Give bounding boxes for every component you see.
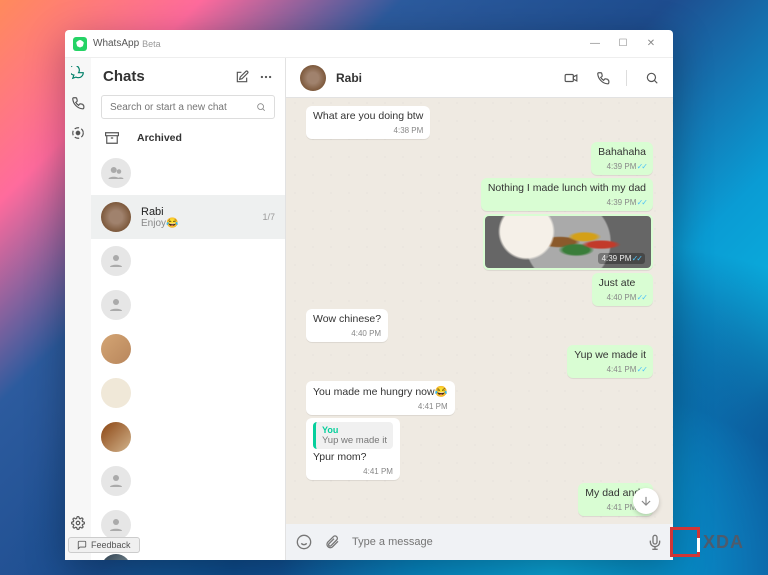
calls-icon[interactable]: [71, 96, 85, 110]
xda-logo-icon: [670, 527, 700, 557]
app-name: WhatsApp: [93, 38, 139, 49]
message-composer: [286, 524, 673, 560]
avatar-placeholder: [101, 158, 131, 188]
message-outgoing[interactable]: Nothing I made lunch with my dad4:39 PM: [481, 178, 653, 211]
avatar-photo: [101, 422, 131, 452]
feedback-badge[interactable]: Feedback: [68, 537, 140, 553]
xda-watermark: XDA: [670, 527, 744, 557]
archived-row[interactable]: Archived: [91, 125, 285, 151]
chat-item-name: Rabi: [141, 206, 252, 218]
message-outgoing[interactable]: Yup we made it4:41 PM: [567, 345, 653, 378]
nav-rail: [65, 58, 91, 560]
feedback-label: Feedback: [91, 540, 131, 550]
whatsapp-window: WhatsApp Beta — ☐ ✕ Chats: [65, 30, 673, 560]
avatar-photo: [101, 378, 131, 408]
new-chat-icon[interactable]: [235, 70, 249, 84]
chat-item-date: 1/7: [262, 212, 275, 222]
minimize-button[interactable]: —: [581, 33, 609, 55]
message-outgoing[interactable]: Just ate4:40 PM: [592, 273, 653, 306]
message-outgoing[interactable]: Bahahaha4:39 PM: [591, 142, 653, 175]
avatar-placeholder: [101, 466, 131, 496]
scroll-to-bottom-button[interactable]: [633, 488, 659, 514]
message-input[interactable]: [352, 536, 635, 548]
feedback-icon: [77, 540, 87, 550]
quoted-message: You Yup we made it: [313, 422, 393, 449]
avatar-placeholder: [101, 290, 131, 320]
search-in-chat-icon[interactable]: [645, 71, 659, 85]
chat-item[interactable]: [91, 459, 285, 503]
avatar-rabi: [101, 202, 131, 232]
search-input[interactable]: [110, 102, 256, 113]
titlebar: WhatsApp Beta — ☐ ✕: [65, 30, 673, 58]
close-button[interactable]: ✕: [637, 33, 665, 55]
settings-icon[interactable]: [71, 516, 85, 530]
divider: [626, 70, 627, 86]
archive-icon: [105, 131, 119, 145]
chats-icon[interactable]: [71, 66, 85, 80]
messages-area[interactable]: What are you doing btw4:38 PM Bahahaha4:…: [286, 98, 673, 524]
emoji-icon[interactable]: [296, 534, 312, 550]
chat-item[interactable]: [91, 283, 285, 327]
video-call-icon[interactable]: [564, 71, 578, 85]
message-incoming[interactable]: Wow chinese?4:40 PM: [306, 309, 388, 342]
beta-badge: Beta: [142, 39, 161, 49]
avatar-placeholder: [101, 246, 131, 276]
chat-item[interactable]: [91, 327, 285, 371]
voice-call-icon[interactable]: [596, 71, 610, 85]
avatar-placeholder: [101, 510, 131, 540]
chat-item[interactable]: [91, 151, 285, 195]
xda-logo-text: XDA: [703, 532, 744, 553]
avatar-photo: [101, 334, 131, 364]
chat-item-preview: Enjoy😂: [141, 218, 252, 229]
whatsapp-icon: [73, 37, 87, 51]
message-incoming[interactable]: What are you doing btw4:38 PM: [306, 106, 430, 139]
more-icon[interactable]: [259, 70, 273, 84]
chat-item[interactable]: [91, 415, 285, 459]
search-box[interactable]: [101, 95, 275, 119]
contact-name: Rabi: [336, 71, 546, 85]
chat-item[interactable]: [91, 371, 285, 415]
avatar-photo: [101, 554, 131, 560]
conversation-panel: Rabi What are you doing btw4:38 PM Bahah…: [286, 58, 673, 560]
message-incoming[interactable]: You made me hungry now😂4:41 PM: [306, 381, 455, 415]
mic-icon[interactable]: [647, 534, 663, 550]
chat-list-panel: Chats Archived Rabi E: [91, 58, 286, 560]
maximize-button[interactable]: ☐: [609, 33, 637, 55]
avatar-rabi[interactable]: [300, 65, 326, 91]
archived-label: Archived: [137, 132, 182, 144]
conversation-header: Rabi: [286, 58, 673, 98]
chat-item[interactable]: [91, 239, 285, 283]
message-incoming-reply[interactable]: You Yup we made it Ypur mom?4:41 PM: [306, 418, 400, 480]
search-icon: [256, 102, 266, 112]
attach-icon[interactable]: [324, 534, 340, 550]
chat-items: Rabi Enjoy😂 1/7: [91, 151, 285, 560]
chat-list-header: Chats: [91, 58, 285, 91]
chat-item-active[interactable]: Rabi Enjoy😂 1/7: [91, 195, 285, 239]
message-image[interactable]: 4:39 PM: [483, 214, 653, 270]
status-icon[interactable]: [71, 126, 85, 140]
chats-title: Chats: [103, 68, 225, 85]
